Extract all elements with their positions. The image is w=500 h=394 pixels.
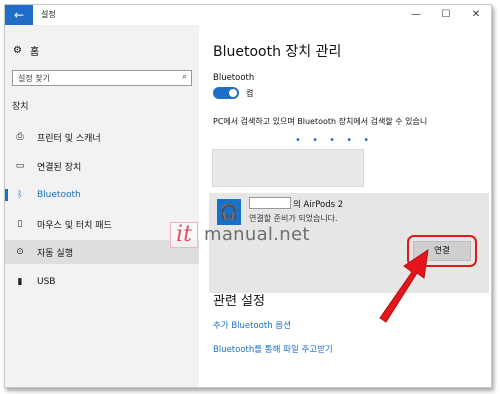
- sidebar-item-label: 자동 실행: [37, 248, 73, 259]
- sidebar-item-bluetooth[interactable]: ᛒ Bluetooth: [5, 183, 199, 207]
- maximize-button[interactable]: ☐: [431, 5, 461, 25]
- bluetooth-icon: ᛒ: [17, 190, 23, 200]
- home-nav-item[interactable]: ⚙ 홈: [13, 43, 39, 58]
- page-title: Bluetooth 장치 관리: [213, 44, 342, 60]
- headphones-icon: 🎧: [217, 199, 241, 225]
- printer-icon: ⎙: [16, 132, 24, 142]
- toggle-knob: [229, 89, 237, 97]
- sidebar-item-printers[interactable]: ⎙ 프린터 및 스캐너: [5, 125, 199, 149]
- discovery-description: PC에서 검색하고 있으며 Bluetooth 장치에서 검색할 수 있습니: [213, 117, 428, 126]
- toggle-state-label: 켬: [246, 89, 254, 98]
- redacted-owner-name: [249, 197, 291, 209]
- sidebar-item-label: USB: [37, 277, 56, 287]
- related-settings-heading: 관련 설정: [213, 294, 265, 309]
- back-button[interactable]: ←: [5, 5, 33, 25]
- searching-dots-icon: • • • • •: [295, 135, 374, 146]
- search-icon[interactable]: ⌕: [182, 72, 187, 82]
- devices-icon: ▭: [15, 161, 25, 171]
- mouse-icon: ▯: [17, 219, 23, 229]
- sidebar-item-label: Bluetooth: [37, 190, 81, 200]
- search-input[interactable]: 설정 찾기 ⌕: [12, 70, 192, 86]
- watermark-logo-icon: it: [170, 222, 198, 248]
- red-arrow-icon: [379, 248, 429, 323]
- sidebar-item-label: 연결된 장치: [37, 162, 82, 173]
- sidebar-item-usb[interactable]: ▮ USB: [5, 270, 199, 294]
- home-label: 홈: [29, 47, 40, 58]
- window-title: 설정: [41, 10, 56, 19]
- watermark-text: manual.net: [204, 224, 310, 245]
- section-label-devices: 장치: [12, 102, 29, 112]
- title-bar: ← 설정 — ☐ ✕: [5, 5, 491, 25]
- device-status: 연결할 준비가 되었습니다.: [249, 214, 338, 223]
- link-send-receive-files[interactable]: Bluetooth를 통해 파일 주고받기: [213, 343, 333, 355]
- usb-icon: ▮: [17, 277, 23, 287]
- active-indicator: [5, 189, 8, 201]
- minimize-button[interactable]: —: [401, 5, 431, 25]
- settings-window: ← 설정 — ☐ ✕ ⚙ 홈 설정 찾기 ⌕ 장치 ⎙ 프린터 및 스캐너 ▭ …: [4, 4, 492, 388]
- link-more-bluetooth-options[interactable]: 추가 Bluetooth 옵션: [213, 319, 291, 331]
- search-placeholder: 설정 찾기: [18, 74, 50, 83]
- sidebar-item-connected-devices[interactable]: ▭ 연결된 장치: [5, 154, 199, 178]
- sidebar: ⚙ 홈 설정 찾기 ⌕ 장치 ⎙ 프린터 및 스캐너 ▭ 연결된 장치 ᛒ Bl…: [5, 25, 199, 387]
- close-button[interactable]: ✕: [461, 5, 491, 25]
- bluetooth-toggle[interactable]: [213, 87, 239, 99]
- sidebar-item-label: 마우스 및 터치 패드: [37, 220, 112, 231]
- bluetooth-setting-label: Bluetooth: [213, 73, 255, 83]
- autoplay-icon: ⊙: [16, 247, 24, 257]
- device-name: 의 AirPods 2: [293, 200, 344, 210]
- redacted-device-entry[interactable]: [212, 149, 364, 187]
- sidebar-item-label: 프린터 및 스캐너: [37, 133, 101, 144]
- gear-icon: ⚙: [13, 45, 22, 56]
- main-content: Bluetooth 장치 관리 Bluetooth 켬 PC에서 검색하고 있으…: [199, 25, 491, 387]
